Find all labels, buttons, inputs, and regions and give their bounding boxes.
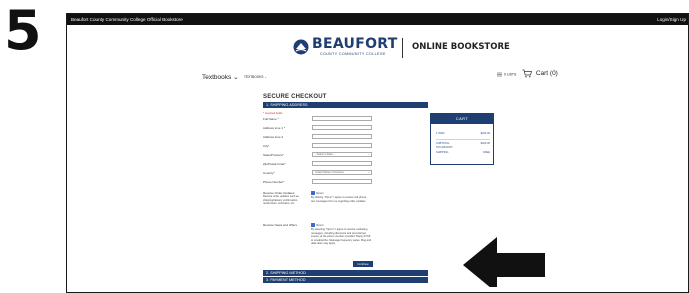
wishlist-link[interactable]: 0 LISTS	[497, 72, 516, 77]
section-payment-method[interactable]: 3. PAYMENT METHOD	[263, 277, 428, 283]
step-number: 5	[4, 0, 42, 62]
continue-button[interactable]: Continue	[353, 261, 373, 267]
textbooks-dropdown[interactable]: TEXTBOOKS ⌄	[244, 75, 267, 79]
cart-icon	[522, 69, 532, 78]
required-note: * required fields	[263, 111, 283, 115]
order-updates-optin-label: Opt-in	[316, 191, 324, 195]
cart-row-label: 1 ITEM	[436, 132, 445, 135]
browser-screenshot-frame: Beaufort County Community College Offici…	[66, 13, 689, 293]
cart-row-subtotal: SUBTOTAL $320.00	[436, 142, 490, 145]
cart-divider	[436, 139, 490, 140]
cart-row-value: $320.00	[480, 142, 490, 145]
news-offers-label: Receive News and Offers	[263, 223, 297, 227]
cart-summary-title: CART	[431, 114, 493, 124]
brand-divider	[402, 38, 403, 58]
order-updates-description: Receive order updates such as shipping/d…	[263, 195, 299, 205]
order-updates-text: By clicking "Opt-in" I agree to receive …	[311, 196, 367, 203]
news-offers-text: By selecting "Opt-in" I agree to receive…	[311, 228, 371, 245]
cart-link[interactable]: Cart (0)	[522, 69, 558, 78]
college-seal-icon	[293, 39, 309, 55]
arrow-pointer-icon	[461, 234, 548, 287]
news-offers-optin-label: Opt-in	[316, 223, 324, 227]
country-label: Country*	[263, 171, 275, 175]
section-shipping-method[interactable]: 2. SHIPPING METHOD	[263, 270, 428, 276]
zip-field[interactable]	[312, 161, 372, 166]
phone-label: Phone Number*	[263, 180, 285, 184]
section-shipping-address[interactable]: 1. SHIPPING ADDRESS	[263, 102, 428, 108]
country-select[interactable]: United States of America	[312, 170, 372, 175]
address2-label: Address Line 2	[263, 135, 284, 139]
textbooks-dropdown-label: TEXTBOOKS	[244, 75, 264, 79]
chevron-down-icon: ⌄	[264, 75, 268, 79]
cart-row-shipping: SHIPPING FREE	[436, 151, 490, 154]
cart-link-label: Cart (0)	[535, 70, 558, 78]
cart-row-label: TAX AMOUNT	[436, 146, 453, 149]
cart-row-label: SUBTOTAL	[436, 142, 450, 145]
full-name-label: Full Name *	[263, 117, 279, 121]
cart-row-value: FREE	[483, 151, 490, 154]
cart-row-tax: TAX AMOUNT	[436, 146, 490, 149]
brand-subtitle: COUNTY COMMUNITY COLLEGE	[320, 52, 386, 56]
chevron-down-icon: ⌄	[233, 74, 239, 81]
state-label: State/Province*	[263, 153, 284, 157]
top-bar: Beaufort County Community College Offici…	[67, 14, 688, 25]
city-field[interactable]	[312, 143, 372, 148]
site-title: Beaufort County Community College Offici…	[71, 17, 183, 22]
phone-field[interactable]	[312, 179, 372, 184]
cart-row-items: 1 ITEM $320.00	[436, 132, 490, 135]
list-icon	[497, 72, 502, 77]
address1-field[interactable]	[312, 125, 372, 130]
zip-label: Zip/Postal Code*	[263, 162, 286, 166]
login-link[interactable]: Login/Sign Up	[657, 14, 686, 25]
address2-field[interactable]	[312, 134, 372, 139]
cart-summary: CART 1 ITEM $320.00 SUBTOTAL $320.00 TAX…	[430, 113, 494, 165]
wishlist-label: 0 LISTS	[503, 72, 517, 77]
textbooks-menu[interactable]: Textbooks ⌄	[202, 73, 239, 81]
page-title: SECURE CHECKOUT	[263, 94, 327, 100]
cart-row-label: SHIPPING	[436, 151, 449, 154]
brand-name: BEAUFORT	[312, 36, 398, 52]
full-name-field[interactable]	[312, 116, 372, 121]
city-label: City*	[263, 144, 270, 148]
news-offers-checkbox[interactable]	[311, 223, 315, 227]
order-updates-checkbox[interactable]	[311, 191, 315, 195]
address1-label: Address Line 1 *	[263, 126, 286, 130]
cart-row-value: $320.00	[480, 132, 490, 135]
state-select[interactable]: - Select a State -	[312, 152, 372, 157]
textbooks-menu-label: Textbooks	[202, 74, 232, 81]
store-name: ONLINE BOOKSTORE	[412, 42, 510, 52]
